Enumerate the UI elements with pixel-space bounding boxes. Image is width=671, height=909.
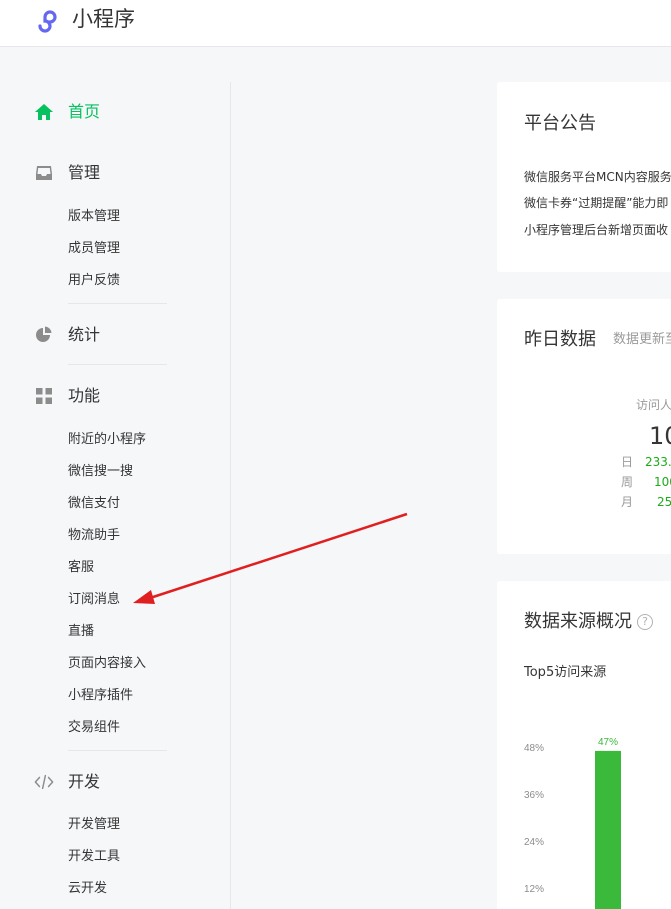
sidebar-item-subscribe-message[interactable]: 订阅消息 [68, 590, 120, 610]
sidebar-item-cloud-dev[interactable]: 云开发 [68, 879, 107, 899]
yesterday-data-card: 昨日数据 数据更新至 访问人 10 日 233. 周 100 月 25 [497, 299, 671, 554]
announcement-title: 平台公告 [524, 113, 596, 134]
sidebar-item-logistics[interactable]: 物流助手 [68, 526, 120, 546]
sidebar-item-features[interactable]: 功能 [34, 384, 100, 408]
metric-label: 访问人 [636, 398, 671, 412]
sidebar-section-divider [68, 303, 167, 304]
inbox-icon [34, 163, 54, 183]
sidebar-item-home[interactable]: 首页 [34, 100, 100, 124]
sidebar-item-label: 统计 [68, 325, 101, 344]
sidebar-item-page-content[interactable]: 页面内容接入 [68, 654, 146, 674]
sidebar-item-label: 功能 [68, 386, 101, 405]
sidebar-item-manage[interactable]: 管理 [34, 161, 100, 185]
sidebar-section-divider [68, 364, 167, 365]
metric-value: 10 [649, 422, 671, 450]
update-note: 数据更新至 [613, 332, 671, 347]
bar[interactable] [595, 750, 621, 909]
row-value-week: 100 [654, 475, 671, 489]
sidebar-item-wechat-pay[interactable]: 微信支付 [68, 494, 120, 514]
sidebar-item-plugins[interactable]: 小程序插件 [68, 686, 133, 706]
source-bar-chart: 12% 24% 36% 48% 47% [524, 737, 621, 909]
sidebar-item-wechat-search[interactable]: 微信搜一搜 [68, 462, 133, 482]
y-tick-label: 12% [524, 884, 544, 895]
sidebar-item-dev-manage[interactable]: 开发管理 [68, 815, 120, 835]
sidebar-item-dev-tools[interactable]: 开发工具 [68, 847, 120, 867]
sidebar-item-trade-component[interactable]: 交易组件 [68, 718, 120, 738]
announcement-item[interactable]: 微信卡券“过期提醒”能力即 [524, 194, 668, 212]
sidebar-item-label: 开发 [68, 772, 101, 791]
sidebar-item-label: 首页 [68, 102, 101, 121]
sidebar-section-divider [68, 750, 167, 751]
yesterday-title: 昨日数据 [524, 329, 596, 350]
data-source-card: 数据来源概况 ? Top5访问来源 12% 24% 36% 48% 47% [497, 581, 671, 909]
announcement-card: 平台公告 微信服务平台MCN内容服务 微信卡券“过期提醒”能力即 小程序管理后台… [497, 82, 671, 272]
sidebar-item-user-feedback[interactable]: 用户反馈 [68, 271, 120, 291]
announcement-item[interactable]: 微信服务平台MCN内容服务 [524, 168, 671, 186]
announcement-item[interactable]: 小程序管理后台新增页面收 [524, 221, 668, 239]
sidebar-item-label: 管理 [68, 163, 101, 182]
row-value-day: 233. [645, 455, 671, 469]
top-bar: 小程序 [0, 0, 671, 47]
pie-chart-icon [34, 325, 54, 345]
code-icon [34, 772, 54, 792]
grid-icon [34, 386, 54, 406]
sidebar-item-member-manage[interactable]: 成员管理 [68, 239, 120, 259]
bar-data-label: 47% [598, 737, 618, 748]
row-label-day: 日 [621, 455, 634, 469]
sidebar-item-dev[interactable]: 开发 [34, 770, 100, 794]
top5-subtitle: Top5访问来源 [524, 665, 607, 680]
data-source-title: 数据来源概况 [524, 611, 632, 632]
row-value-month: 25 [657, 495, 671, 509]
row-label-week: 周 [621, 475, 634, 489]
home-icon [34, 102, 54, 122]
y-tick-label: 24% [524, 837, 544, 848]
sidebar-divider [230, 82, 231, 909]
help-icon[interactable]: ? [637, 614, 653, 630]
y-tick-label: 48% [524, 743, 544, 754]
app-title: 小程序 [72, 7, 135, 31]
sidebar-item-nearby[interactable]: 附近的小程序 [68, 430, 146, 450]
sidebar-item-version-manage[interactable]: 版本管理 [68, 207, 120, 227]
mini-program-logo-icon[interactable] [34, 7, 66, 33]
sidebar-item-live[interactable]: 直播 [68, 622, 94, 642]
sidebar-item-customer-service[interactable]: 客服 [68, 558, 94, 578]
sidebar-item-stats[interactable]: 统计 [34, 323, 100, 347]
row-label-month: 月 [621, 495, 634, 509]
y-tick-label: 36% [524, 790, 544, 801]
